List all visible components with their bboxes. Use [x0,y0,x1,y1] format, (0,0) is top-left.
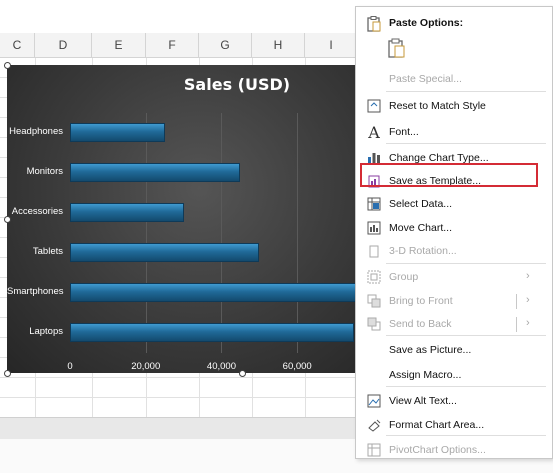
menu-item-label: Font... [389,126,419,138]
bar-smartphones[interactable] [70,283,357,302]
bar-chart[interactable]: Sales (USD) Headphones Monitors Accessorie… [7,65,357,373]
submenu-arrow-icon: › [526,294,530,306]
highlight-box [360,163,538,187]
menu-item-label: Group [389,271,419,283]
bar-laptops[interactable] [70,323,354,342]
move-chart-icon [366,221,382,237]
column-header-g[interactable]: G [199,33,252,57]
menu-item-save-as-picture[interactable]: Save as Picture... [356,340,552,362]
bring-front-icon [366,294,382,310]
column-header-e[interactable]: E [92,33,146,57]
bar-accessories[interactable] [70,203,184,222]
menu-item-label: Format Chart Area... [389,419,485,431]
paste-options-header: Paste Options: [356,13,552,35]
menu-item-label: 3-D Rotation... [389,245,457,257]
resize-handle-left[interactable] [4,216,11,223]
x-tick-label: 20,000 [131,361,161,372]
menu-item-assign-macro[interactable]: Assign Macro... [356,365,552,387]
split-divider [516,317,517,332]
paste-keep-formatting-button[interactable] [386,37,408,59]
submenu-arrow-icon: › [526,317,530,329]
column-header-i[interactable]: I [305,33,358,57]
chart-title[interactable]: Sales (USD) [167,75,307,94]
menu-item-label: Paste Special... [389,73,462,85]
group-icon [366,270,382,286]
category-label: Accessories [11,206,63,217]
menu-item-3-d-rotation: 3-D Rotation... [356,241,552,263]
resize-handle-bottom[interactable] [239,370,246,377]
menu-item-send-to-back: Send to Back › [356,314,552,336]
category-label: Tablets [32,246,63,257]
chart-gridline [221,113,223,353]
x-tick-label: 60,000 [282,361,312,372]
menu-item-icon-slot [366,343,382,359]
split-divider [516,294,517,309]
column-header-h[interactable]: H [252,33,305,57]
menu-item-bring-to-front: Bring to Front › [356,291,552,313]
menu-item-paste-special: Paste Special... [356,69,552,91]
resize-handle-top-left[interactable] [4,62,11,69]
menu-item-label: Send to Back [389,318,452,330]
paste-options-label: Paste Options: [389,17,464,29]
menu-item-pivotchart-options: PivotChart Options... [356,440,552,462]
menu-item-label: PivotChart Options... [389,444,486,456]
context-menu: Paste Options: Paste Special... Reset to … [355,6,553,459]
alt-text-icon [366,394,382,410]
menu-item-label: View Alt Text... [389,395,457,407]
rotation-icon [366,244,382,260]
column-header-d[interactable]: D [35,33,92,57]
format-area-icon [366,418,382,434]
menu-item-label: Reset to Match Style [389,100,486,112]
pivot-icon [366,443,382,459]
menu-item-icon-slot [366,368,382,384]
clipboard-icon [366,16,382,32]
menu-item-view-alt-text[interactable]: View Alt Text... [356,391,552,413]
bar-tablets[interactable] [70,243,260,262]
menu-item-label: Assign Macro... [389,369,462,381]
category-label: Headphones [9,126,63,137]
column-header-f[interactable]: F [146,33,199,57]
select-data-icon [366,197,382,213]
chart-gridline [297,113,299,353]
menu-item-font[interactable]: A Font... [356,122,552,144]
resize-handle-bottom-left[interactable] [4,370,11,377]
menu-item-icon-slot [366,72,382,88]
menu-item-label: Move Chart... [389,222,453,234]
send-back-icon [366,317,382,333]
menu-item-label: Bring to Front [389,295,453,307]
menu-item-move-chart[interactable]: Move Chart... [356,218,552,240]
bar-headphones[interactable] [70,123,165,142]
menu-separator [386,91,546,92]
paste-icon [388,38,405,58]
bar-monitors[interactable] [70,163,241,182]
menu-item-reset-to-match-style[interactable]: Reset to Match Style [356,96,552,118]
menu-item-group: Group › [356,267,552,289]
column-header-c[interactable]: C [0,33,35,57]
reset-style-icon [366,99,382,115]
menu-item-format-chart-area[interactable]: Format Chart Area... [356,415,552,437]
x-tick-label: 0 [67,361,73,372]
category-label: Monitors [26,166,63,177]
menu-item-select-data[interactable]: Select Data... [356,194,552,216]
menu-item-label: Select Data... [389,198,453,210]
font-icon: A [368,123,380,142]
chart-gridline [145,113,147,353]
menu-separator [386,263,546,264]
menu-item-label: Save as Picture... [389,344,472,356]
category-label: Smartphones [7,286,64,297]
submenu-arrow-icon: › [526,270,530,282]
category-label: Laptops [29,326,63,337]
